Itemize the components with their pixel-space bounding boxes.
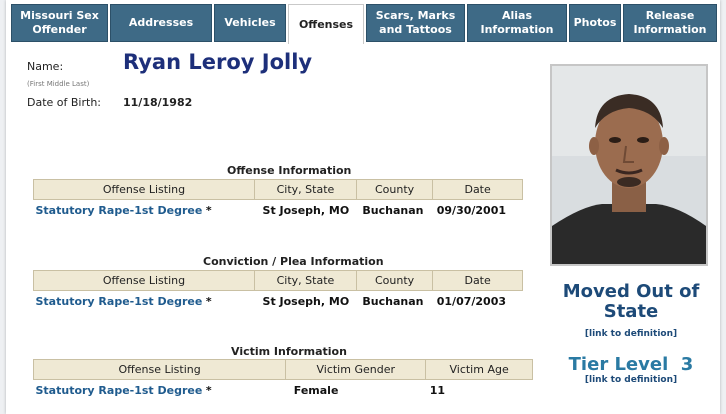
offense-info-title: Offense Information	[227, 164, 352, 177]
table-header-row: Offense Listing City, State County Date	[32, 179, 523, 200]
column-header: Victim Age	[425, 359, 533, 380]
offense-info-table: Offense Listing City, State County Date …	[32, 179, 523, 221]
county-cell: Buchanan	[362, 203, 424, 217]
tier-label: Tier Level	[568, 354, 669, 375]
date-cell: 01/07/2003	[436, 294, 507, 308]
table-row: Statutory Rape-1st Degree * St Joseph, M…	[34, 291, 523, 312]
tier-level-block: Tier Level 3 [link to definition]	[536, 354, 726, 385]
city-state-cell: St Joseph, MO	[262, 294, 350, 308]
table-row: Statutory Rape-1st Degree * Female 11	[34, 380, 533, 401]
tab-alias-information[interactable]: Alias Information	[467, 4, 567, 42]
column-header: Date	[432, 179, 523, 200]
asterisk: *	[205, 203, 212, 217]
column-header: Offense Listing	[32, 359, 287, 380]
tier-definition-link[interactable]: [link to definition]	[536, 375, 726, 385]
status-definition-link[interactable]: [link to definition]	[536, 324, 726, 344]
tab-addresses[interactable]: Addresses	[110, 4, 212, 42]
city-state-cell: St Joseph, MO	[262, 203, 350, 217]
column-header: Victim Gender	[285, 359, 427, 380]
victim-gender-cell: Female	[293, 383, 339, 397]
table-header-row: Offense Listing Victim Gender Victim Age	[32, 359, 533, 380]
registration-status: Moved Out of State [link to definition]	[536, 282, 726, 344]
name-label: Name:	[27, 60, 64, 73]
asterisk: *	[205, 294, 212, 308]
status-line2: State	[603, 301, 659, 322]
tab-photos[interactable]: Photos	[569, 4, 621, 42]
column-header: Offense Listing	[32, 179, 256, 200]
victim-info-table: Offense Listing Victim Gender Victim Age…	[32, 359, 533, 401]
victim-info-title: Victim Information	[231, 345, 347, 358]
tab-bar: Missouri Sex Offender Addresses Vehicles…	[11, 4, 726, 44]
dob-value: 11/18/1982	[123, 96, 193, 109]
column-header: County	[355, 179, 434, 200]
status-line1: Moved Out of	[562, 281, 700, 302]
column-header: Date	[432, 270, 523, 291]
page-frame: Missouri Sex Offender Addresses Vehicles…	[6, 0, 720, 414]
column-header: City, State	[254, 179, 357, 200]
offender-name: Ryan Leroy Jolly	[123, 50, 313, 74]
dob-label: Date of Birth:	[27, 96, 102, 109]
column-header: City, State	[254, 270, 357, 291]
county-cell: Buchanan	[362, 294, 424, 308]
offenses-panel: Name: Ryan Leroy Jolly (First Middle Las…	[21, 44, 721, 414]
portrait-image	[552, 66, 706, 264]
offense-link[interactable]: Statutory Rape-1st Degree	[36, 204, 203, 217]
column-header: County	[355, 270, 434, 291]
conviction-info-table: Offense Listing City, State County Date …	[32, 270, 523, 312]
offender-photo[interactable]	[550, 64, 708, 266]
tab-missouri-sex-offender[interactable]: Missouri Sex Offender	[11, 4, 108, 42]
tab-release-information[interactable]: Release Information	[623, 4, 717, 42]
tier-level: Tier Level 3	[536, 354, 726, 375]
tab-scars-marks-tattoos[interactable]: Scars, Marks and Tattoos	[366, 4, 465, 42]
tab-vehicles[interactable]: Vehicles	[214, 4, 286, 42]
table-row: Statutory Rape-1st Degree * St Joseph, M…	[34, 200, 523, 221]
tier-number: 3	[680, 354, 694, 375]
conviction-info-title: Conviction / Plea Information	[203, 255, 384, 268]
offense-link[interactable]: Statutory Rape-1st Degree	[36, 295, 203, 308]
victim-age-cell: 11	[429, 383, 446, 397]
table-header-row: Offense Listing City, State County Date	[32, 270, 523, 291]
name-format-hint: (First Middle Last)	[27, 80, 90, 88]
offense-link[interactable]: Statutory Rape-1st Degree	[36, 384, 203, 397]
date-cell: 09/30/2001	[436, 203, 507, 217]
tab-offenses[interactable]: Offenses	[288, 4, 364, 44]
asterisk: *	[205, 383, 212, 397]
column-header: Offense Listing	[32, 270, 256, 291]
